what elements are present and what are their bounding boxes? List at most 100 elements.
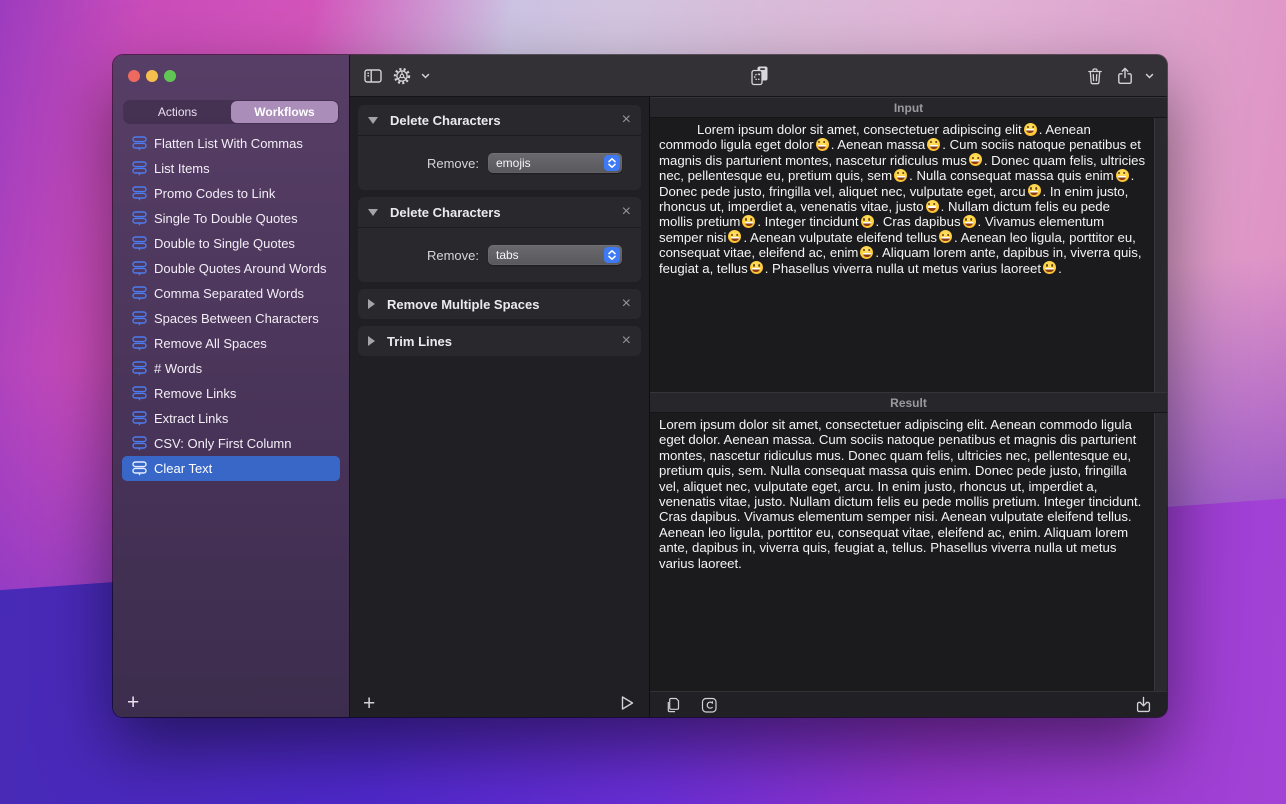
steps-panel: Delete Characters Remove: emojis [350,97,649,717]
remove-step-icon[interactable] [622,204,631,220]
grinning-emoji [927,138,940,151]
workflow-icon [132,361,147,376]
sidebar-item-label: Comma Separated Words [154,286,304,301]
grinning-emoji [1043,261,1056,274]
sidebar-item[interactable]: Flatten List With Commas [113,131,349,156]
remove-select[interactable]: tabs [488,245,622,265]
sidebar-item[interactable]: Clear Text [122,456,340,481]
window-controls [113,55,349,82]
remove-select[interactable]: emojis [488,153,622,173]
sidebar-item[interactable]: Comma Separated Words [113,281,349,306]
grinning-emoji [728,230,741,243]
step-title: Trim Lines [387,334,452,349]
zoom-button[interactable] [164,70,176,82]
disclosure-open-icon[interactable] [368,209,378,216]
sidebar-item[interactable]: # Words [113,356,349,381]
sidebar-item[interactable]: Remove All Spaces [113,331,349,356]
workflow-step-card: Delete Characters Remove: tabs [358,197,641,282]
step-title: Delete Characters [390,205,501,220]
input-scrollbar[interactable] [1154,118,1167,392]
save-icon[interactable] [1133,694,1154,715]
sidebar-item[interactable]: Double Quotes Around Words [113,256,349,281]
trash-icon[interactable] [1084,65,1106,87]
param-label: Remove: [367,156,479,171]
sidebar-item[interactable]: List Items [113,156,349,181]
workflow-icon [132,386,147,401]
sidebar-footer: + [113,687,349,717]
remove-step-icon[interactable] [622,333,631,349]
sidebar-item[interactable]: Promo Codes to Link [113,181,349,206]
sidebar-item-label: Remove All Spaces [154,336,267,351]
close-button[interactable] [128,70,140,82]
result-header: Result [650,392,1167,413]
desktop-wallpaper: Actions Workflows Flatten List [0,0,1286,804]
step-body: Remove: tabs [358,227,641,282]
result-text: Lorem ipsum dolor sit amet, consectetuer… [650,413,1167,575]
sidebar-item-label: CSV: Only First Column [154,436,292,451]
sidebar-item[interactable]: Extract Links [113,406,349,431]
use-result-as-input-icon[interactable] [699,695,719,715]
panel-toggle-icon[interactable] [362,65,384,87]
sidebar-item[interactable]: Spaces Between Characters [113,306,349,331]
remove-step-icon[interactable] [622,112,631,128]
add-step-button[interactable]: + [363,693,375,714]
sidebar-item-label: Flatten List With Commas [154,136,303,151]
duplicate-refresh-icon[interactable] [747,64,771,88]
steps-footer: + [350,689,649,717]
add-workflow-button[interactable]: + [127,692,139,713]
grinning-emoji [1028,184,1041,197]
step-header[interactable]: Delete Characters [358,197,641,227]
content-area: Delete Characters Remove: emojis [349,55,1167,717]
copy-icon[interactable] [663,695,683,715]
sidebar-item-label: List Items [154,161,210,176]
tab-workflows[interactable]: Workflows [231,101,338,123]
workflow-icon [132,211,147,226]
disclosure-closed-icon[interactable] [368,299,375,309]
grinning-emoji [894,169,907,182]
grinning-emoji [742,215,755,228]
result-scrollbar[interactable] [1154,413,1167,691]
disclosure-open-icon[interactable] [368,117,378,124]
input-header: Input [650,97,1167,118]
remove-step-icon[interactable] [622,296,631,312]
workflow-icon [132,261,147,276]
grinning-emoji [926,200,939,213]
sidebar-item[interactable]: Single To Double Quotes [113,206,349,231]
disclosure-closed-icon[interactable] [368,336,375,346]
workflow-icon [132,161,147,176]
input-text[interactable]: Lorem ipsum dolor sit amet, consectetuer… [650,118,1167,280]
sidebar-item-label: Promo Codes to Link [154,186,275,201]
grinning-emoji [860,246,873,259]
grinning-emoji [969,153,982,166]
tab-actions[interactable]: Actions [124,101,231,123]
sidebar: Actions Workflows Flatten List [113,55,349,717]
sidebar-item-label: Double Quotes Around Words [154,261,326,276]
run-workflow-button[interactable] [618,694,636,712]
toolbar-left-group [350,65,431,87]
grinning-emoji [1024,123,1037,136]
workflow-icon [132,286,147,301]
share-icon[interactable] [1114,65,1136,87]
result-text-area[interactable]: Lorem ipsum dolor sit amet, consectetuer… [650,413,1167,691]
sidebar-item[interactable]: Double to Single Quotes [113,231,349,256]
grinning-emoji [861,215,874,228]
chevron-down-icon[interactable] [420,65,431,87]
step-header[interactable]: Delete Characters [358,105,641,135]
step-header[interactable]: Trim Lines [358,326,641,356]
sidebar-item-label: Clear Text [154,461,212,476]
step-header[interactable]: Remove Multiple Spaces [358,289,641,319]
toolbar-right-group [1084,65,1167,87]
minimize-button[interactable] [146,70,158,82]
step-body: Remove: emojis [358,135,641,190]
input-text-area[interactable]: Lorem ipsum dolor sit amet, consectetuer… [650,118,1167,392]
remove-select-value: tabs [496,248,519,262]
gear-icon[interactable] [391,65,413,87]
workflow-step-card: Delete Characters Remove: emojis [358,105,641,190]
sidebar-item[interactable]: CSV: Only First Column [113,431,349,456]
chevron-down-icon[interactable] [1144,65,1155,87]
grinning-emoji [963,215,976,228]
sidebar-item[interactable]: Remove Links [113,381,349,406]
sidebar-item-label: Single To Double Quotes [154,211,298,226]
workflow-list: Flatten List With Commas List Items [113,131,349,481]
sidebar-item-label: Remove Links [154,386,236,401]
